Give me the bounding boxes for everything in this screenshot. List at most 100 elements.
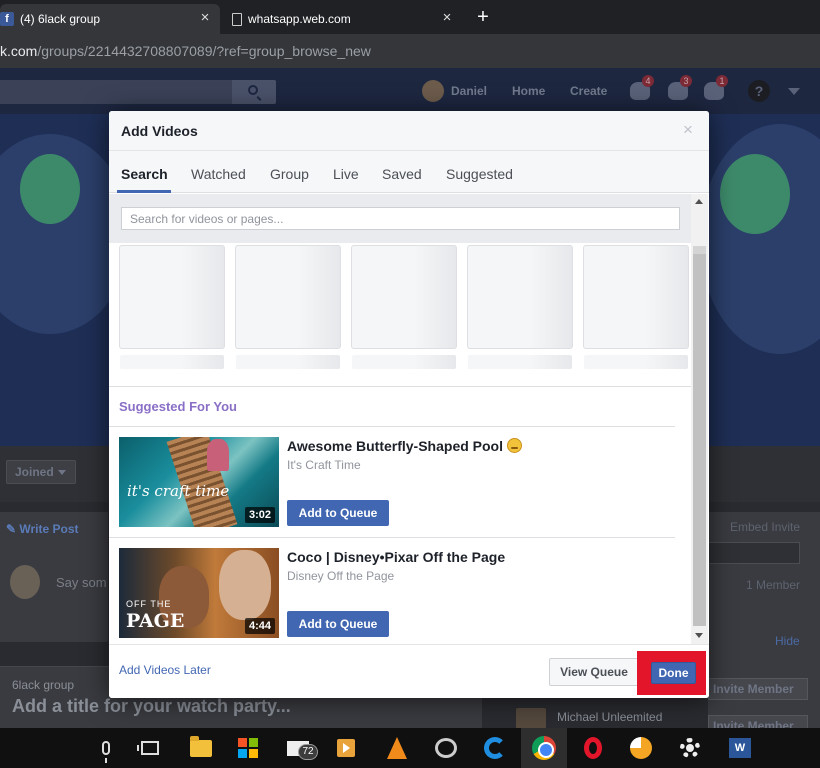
cover-figure-right: [720, 154, 790, 234]
invite-input[interactable]: [708, 542, 800, 564]
film-app-button[interactable]: [432, 734, 460, 762]
video-title[interactable]: Awesome Butterfly-Shaped Pool: [287, 438, 523, 454]
settings-button[interactable]: [676, 734, 704, 762]
joined-button[interactable]: Joined: [6, 460, 76, 484]
watch-party-group: 6lack group: [12, 678, 75, 692]
create-link[interactable]: Create: [570, 84, 607, 98]
tab-group[interactable]: Group: [270, 166, 309, 182]
tab-live[interactable]: Live: [333, 166, 359, 182]
placeholder-card: [235, 245, 341, 349]
mail-button[interactable]: 72: [284, 734, 318, 762]
url-text[interactable]: k.com/groups/2214432708807089/?ref=group…: [0, 41, 371, 61]
chrome-button[interactable]: [521, 728, 567, 768]
close-icon[interactable]: ×: [683, 121, 693, 138]
file-explorer-button[interactable]: [187, 734, 215, 762]
chevron-down-icon: [57, 470, 66, 476]
write-post-tab[interactable]: ✎ Write Post: [6, 522, 79, 536]
thumbnail-text: PAGE: [126, 610, 185, 632]
video-duration: 4:44: [244, 618, 275, 634]
friend-requests-icon[interactable]: 4: [630, 75, 654, 100]
notifications-badge: 1: [716, 75, 728, 87]
add-to-queue-button[interactable]: Add to Queue: [287, 500, 389, 526]
search-input[interactable]: [121, 207, 680, 230]
cover-figure-left: [20, 154, 80, 224]
opera-icon: [584, 737, 602, 759]
browser-tab-facebook[interactable]: f (4) 6lack group ×: [0, 4, 220, 34]
loading-placeholders: [109, 243, 691, 387]
dialog-footer: Add Videos Later View Queue Done: [109, 644, 709, 698]
profile-avatar[interactable]: [422, 80, 444, 102]
opera-button[interactable]: [579, 734, 607, 762]
video-title-text: Awesome Butterfly-Shaped Pool: [287, 438, 504, 454]
placeholder-card: [119, 245, 225, 349]
page-icon: [232, 12, 242, 26]
tab-search[interactable]: Search: [121, 166, 168, 182]
placeholder-line: [352, 355, 456, 369]
placeholder-line: [468, 355, 572, 369]
member-name[interactable]: Michael Unleemited: [557, 710, 662, 724]
home-link[interactable]: Home: [512, 84, 545, 98]
task-view-icon: [137, 741, 159, 755]
store-button[interactable]: [234, 734, 262, 762]
tab-title: whatsapp.web.com: [248, 12, 351, 26]
add-to-queue-button[interactable]: Add to Queue: [287, 611, 389, 637]
placeholder-card: [351, 245, 457, 349]
gear-icon: [680, 738, 700, 758]
thumbnail-text: OFF THE: [126, 599, 172, 609]
vlc-button[interactable]: [383, 734, 411, 762]
address-bar[interactable]: k.com/groups/2214432708807089/?ref=group…: [0, 34, 820, 68]
scroll-down-arrow-icon[interactable]: [695, 633, 703, 638]
messenger-icon[interactable]: 3: [668, 75, 692, 100]
tab-suggested[interactable]: Suggested: [446, 166, 513, 182]
windows-taskbar: 72 W: [0, 728, 820, 768]
microphone-icon: [102, 741, 110, 763]
placeholder-card: [583, 245, 689, 349]
store-tile: [249, 738, 258, 747]
media-player-button[interactable]: [332, 734, 360, 762]
search-button[interactable]: [232, 80, 276, 104]
close-tab-icon[interactable]: ×: [198, 10, 212, 25]
profile-link[interactable]: Daniel: [451, 84, 487, 98]
hide-link[interactable]: Hide: [775, 634, 800, 648]
edge-button[interactable]: [481, 734, 509, 762]
new-tab-icon[interactable]: +: [472, 6, 494, 28]
browser-tab-whatsapp[interactable]: whatsapp.web.com ×: [226, 4, 462, 34]
help-icon[interactable]: ?: [748, 80, 770, 102]
search-area: [109, 194, 691, 243]
url-host: k.com: [0, 43, 38, 59]
video-title[interactable]: Coco | Disney•Pixar Off the Page: [287, 549, 505, 565]
video-thumbnail[interactable]: OFF THE PAGE 4:44: [119, 548, 279, 638]
add-videos-later-link[interactable]: Add Videos Later: [119, 663, 211, 677]
section-title: Suggested For You: [119, 399, 237, 414]
write-post-label: Write Post: [19, 522, 79, 536]
embed-invite-link[interactable]: Embed Invite: [730, 520, 800, 534]
dialog-scrollbar[interactable]: [691, 194, 708, 644]
watch-party-title-input[interactable]: Add a title for your watch party...: [12, 696, 291, 717]
video-thumbnail[interactable]: it's craft time 3:02: [119, 437, 279, 527]
notifications-icon[interactable]: 1: [704, 75, 728, 100]
scroll-up-arrow-icon[interactable]: [695, 199, 703, 204]
composer-avatar: [10, 565, 40, 599]
tab-title: (4) 6lack group: [20, 12, 101, 26]
video-channel[interactable]: Disney Off the Page: [287, 569, 394, 583]
cortana-mic-button[interactable]: [92, 734, 120, 763]
done-button[interactable]: Done: [651, 662, 696, 684]
dialog-title: Add Videos: [121, 123, 198, 139]
dialog-header: Add Videos ×: [109, 111, 709, 151]
view-queue-button[interactable]: View Queue: [549, 658, 639, 686]
facebook-header: Daniel Home Create 4 3 1 ?: [0, 68, 820, 114]
word-button[interactable]: W: [726, 734, 754, 762]
facebook-search-bar[interactable]: [0, 80, 276, 104]
chart-app-button[interactable]: [627, 734, 655, 762]
chrome-icon: [532, 736, 556, 760]
tab-watched[interactable]: Watched: [191, 166, 246, 182]
invite-member-button[interactable]: Invite Member: [708, 678, 808, 700]
friend-requests-badge: 4: [642, 75, 654, 87]
composer-placeholder[interactable]: Say som: [56, 575, 107, 590]
video-channel[interactable]: It's Craft Time: [287, 458, 361, 472]
task-view-button[interactable]: [136, 734, 164, 762]
account-menu-caret-icon[interactable]: [788, 88, 800, 95]
tab-saved[interactable]: Saved: [382, 166, 422, 182]
close-tab-icon[interactable]: ×: [440, 10, 454, 25]
scrollbar-thumb[interactable]: [693, 254, 706, 626]
